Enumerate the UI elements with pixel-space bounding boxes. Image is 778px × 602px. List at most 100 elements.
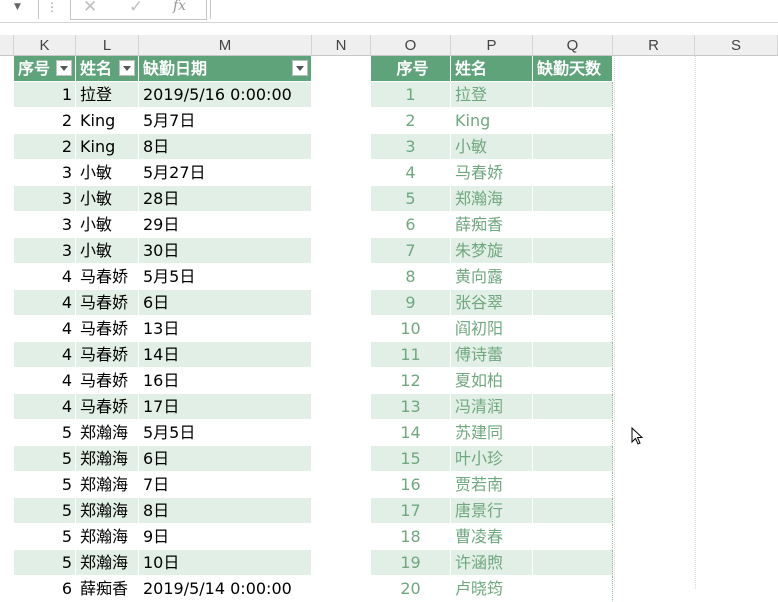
table1-cell-index[interactable]: 3 (14, 238, 76, 264)
table2-cell-days[interactable] (533, 446, 613, 472)
table1-cell-index[interactable]: 4 (14, 290, 76, 316)
table1-cell-index[interactable]: 2 (14, 134, 76, 160)
table1-cell-date[interactable]: 30日 (139, 238, 312, 264)
table2-cell-name[interactable]: 拉登 (451, 82, 533, 108)
table2-cell-days[interactable] (533, 524, 613, 550)
table2-cell-name[interactable]: 马春娇 (451, 160, 533, 186)
table2-cell-days[interactable] (533, 394, 613, 420)
cancel-icon[interactable]: ✕ (83, 0, 97, 17)
table2-cell-index[interactable]: 17 (371, 498, 451, 524)
table1-header-2[interactable]: 缺勤日期 (139, 56, 312, 82)
table1-cell-name[interactable]: 小敏 (76, 212, 139, 238)
table1-cell-index[interactable]: 3 (14, 186, 76, 212)
table2-cell-days[interactable] (533, 420, 613, 446)
select-all-corner[interactable] (0, 35, 14, 56)
table2-header-1[interactable]: 姓名 (451, 56, 533, 82)
table1-cell-date[interactable]: 16日 (139, 368, 312, 394)
table2-cell-index[interactable]: 16 (371, 472, 451, 498)
table1-cell-name[interactable]: 小敏 (76, 186, 139, 212)
column-header-n[interactable]: N (312, 35, 371, 56)
table2-cell-name[interactable]: 薛痴香 (451, 212, 533, 238)
table2-header-2[interactable]: 缺勤天数 (533, 56, 613, 82)
table1-cell-name[interactable]: 马春娇 (76, 368, 139, 394)
table2-cell-index[interactable]: 11 (371, 342, 451, 368)
table1-header-0[interactable]: 序号 (14, 56, 76, 82)
table2-cell-index[interactable]: 2 (371, 108, 451, 134)
table1-cell-index[interactable]: 6 (14, 576, 76, 602)
table1-cell-index[interactable]: 4 (14, 394, 76, 420)
table1-cell-date[interactable]: 8日 (139, 498, 312, 524)
table1-cell-name[interactable]: 拉登 (76, 82, 139, 108)
table2-cell-days[interactable] (533, 342, 613, 368)
table1-cell-index[interactable]: 5 (14, 498, 76, 524)
table2-cell-days[interactable] (533, 550, 613, 576)
table1-header-1[interactable]: 姓名 (76, 56, 139, 82)
table2-cell-index[interactable]: 18 (371, 524, 451, 550)
table1-cell-index[interactable]: 3 (14, 212, 76, 238)
table1-cell-date[interactable]: 6日 (139, 446, 312, 472)
table1-cell-index[interactable]: 5 (14, 420, 76, 446)
table1-cell-index[interactable]: 4 (14, 342, 76, 368)
column-header-m[interactable]: M (139, 35, 312, 56)
table1-cell-name[interactable]: 马春娇 (76, 316, 139, 342)
table1-cell-name[interactable]: 马春娇 (76, 394, 139, 420)
table2-cell-index[interactable]: 8 (371, 264, 451, 290)
table2-cell-days[interactable] (533, 368, 613, 394)
table2-cell-index[interactable]: 9 (371, 290, 451, 316)
table2-cell-days[interactable] (533, 498, 613, 524)
column-header-k[interactable]: K (14, 35, 76, 56)
table2-cell-name[interactable]: 苏建同 (451, 420, 533, 446)
table1-cell-index[interactable]: 5 (14, 446, 76, 472)
table2-cell-name[interactable]: 卢晓筠 (451, 576, 533, 602)
column-header-s[interactable]: S (695, 35, 778, 56)
table1-cell-date[interactable]: 13日 (139, 316, 312, 342)
table1-cell-name[interactable]: 马春娇 (76, 290, 139, 316)
table2-cell-name[interactable]: 唐景行 (451, 498, 533, 524)
more-dots-icon[interactable]: ⋮ (46, 0, 58, 14)
column-header-p[interactable]: P (451, 35, 533, 56)
table2-cell-index[interactable]: 10 (371, 316, 451, 342)
column-header-r[interactable]: R (613, 35, 695, 56)
table1-cell-name[interactable]: 郑瀚海 (76, 420, 139, 446)
formula-input[interactable] (210, 0, 778, 19)
table2-header-0[interactable]: 序号 (371, 56, 451, 82)
column-header-q[interactable]: Q (533, 35, 613, 56)
table2-cell-name[interactable]: King (451, 108, 533, 134)
table2-cell-days[interactable] (533, 108, 613, 134)
table2-cell-name[interactable]: 贾若南 (451, 472, 533, 498)
table2-cell-days[interactable] (533, 472, 613, 498)
table1-cell-date[interactable]: 6日 (139, 290, 312, 316)
table1-cell-name[interactable]: King (76, 134, 139, 160)
table2-cell-index[interactable]: 19 (371, 550, 451, 576)
table1-cell-name[interactable]: King (76, 108, 139, 134)
table1-cell-index[interactable]: 4 (14, 264, 76, 290)
filter-dropdown-icon[interactable] (292, 60, 308, 76)
table1-cell-date[interactable]: 7日 (139, 472, 312, 498)
column-header-o[interactable]: O (371, 35, 451, 56)
table1-cell-date[interactable]: 2019/5/14 0:00:00 (139, 576, 312, 602)
filter-dropdown-icon[interactable] (56, 60, 72, 76)
table1-cell-index[interactable]: 2 (14, 108, 76, 134)
table1-cell-name[interactable]: 马春娇 (76, 264, 139, 290)
table1-cell-date[interactable]: 5月7日 (139, 108, 312, 134)
table2-cell-name[interactable]: 许涵煦 (451, 550, 533, 576)
insert-function-icon[interactable]: fx (173, 0, 186, 14)
table1-cell-name[interactable]: 郑瀚海 (76, 446, 139, 472)
table2-cell-days[interactable] (533, 290, 613, 316)
table2-cell-index[interactable]: 12 (371, 368, 451, 394)
table1-cell-date[interactable]: 5月5日 (139, 264, 312, 290)
table2-cell-days[interactable] (533, 160, 613, 186)
table2-cell-index[interactable]: 6 (371, 212, 451, 238)
table1-cell-index[interactable]: 5 (14, 472, 76, 498)
table2-cell-days[interactable] (533, 186, 613, 212)
table2-cell-name[interactable]: 傅诗蕾 (451, 342, 533, 368)
column-header-l[interactable]: L (76, 35, 139, 56)
table1-cell-date[interactable]: 2019/5/16 0:00:00 (139, 82, 312, 108)
table2-cell-name[interactable]: 郑瀚海 (451, 186, 533, 212)
table2-cell-name[interactable]: 阎初阳 (451, 316, 533, 342)
table1-cell-index[interactable]: 5 (14, 550, 76, 576)
chevron-down-icon[interactable]: ▼ (14, 2, 21, 12)
table2-cell-index[interactable]: 1 (371, 82, 451, 108)
enter-icon[interactable]: ✓ (129, 0, 143, 17)
table2-cell-name[interactable]: 叶小珍 (451, 446, 533, 472)
